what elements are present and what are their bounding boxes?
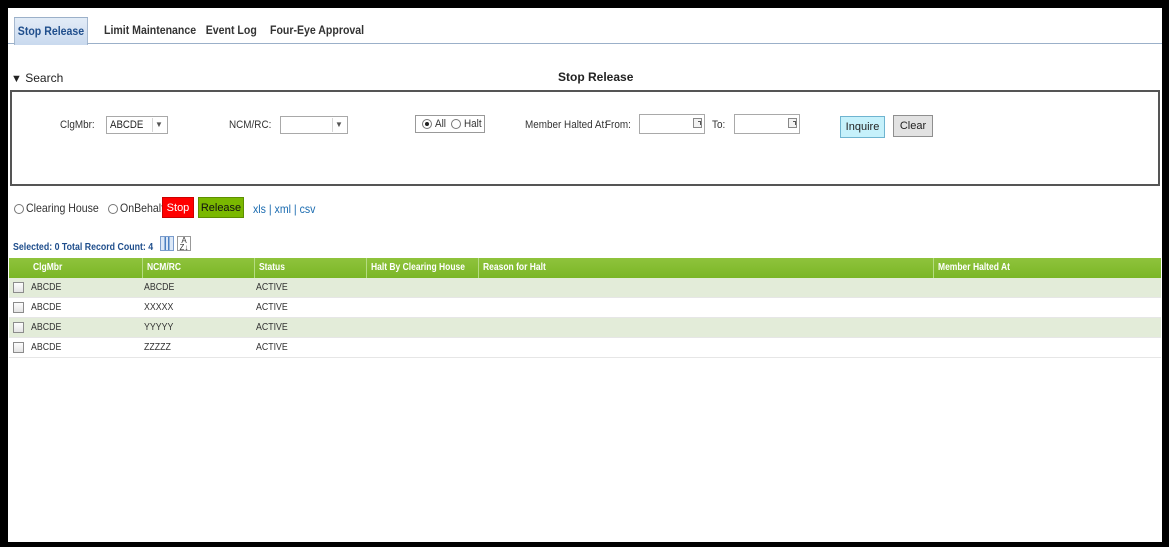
cell-clgmbr: ABCDE xyxy=(31,342,62,353)
column-chooser-icon[interactable] xyxy=(160,236,174,251)
chevron-down-icon: ▼ xyxy=(332,118,345,132)
export-links: xls | xml | csv xyxy=(253,202,315,216)
page-title: Stop Release xyxy=(558,70,634,84)
to-date-input[interactable] xyxy=(734,114,800,134)
column-header-member-halted-at[interactable]: Member Halted At xyxy=(933,258,1161,278)
row-checkbox[interactable] xyxy=(13,302,24,313)
radio-on-behalf[interactable] xyxy=(108,204,118,214)
cell-status: ACTIVE xyxy=(256,282,288,293)
tab-four-eye-approval[interactable]: Four-Eye Approval xyxy=(270,17,364,43)
column-header-reason-for-halt[interactable]: Reason for Halt xyxy=(478,258,933,278)
clg-mbr-select[interactable]: ABCDE ▼ xyxy=(106,116,168,134)
member-halted-label: Member Halted At: xyxy=(525,119,607,131)
cell-ncm-rc: XXXXX xyxy=(144,302,174,313)
column-header-ncm-rc[interactable]: NCM/RC xyxy=(142,258,254,278)
cell-status: ACTIVE xyxy=(256,302,288,313)
page: Stop Release Limit Maintenance Event Log… xyxy=(8,8,1162,542)
status-radio-group: All Halt xyxy=(415,115,485,133)
table-row[interactable]: ABCDE YYYYY ACTIVE xyxy=(9,318,1161,338)
calendar-icon[interactable] xyxy=(693,118,702,128)
cell-ncm-rc: YYYYY xyxy=(144,322,174,333)
from-date-input[interactable] xyxy=(639,114,705,134)
export-csv-link[interactable]: csv xyxy=(300,202,316,216)
ncm-rc-select[interactable]: ▼ xyxy=(280,116,348,134)
to-label: To: xyxy=(712,119,726,131)
cell-status: ACTIVE xyxy=(256,322,288,333)
calendar-icon[interactable] xyxy=(788,118,797,128)
stop-button[interactable]: Stop xyxy=(162,197,194,218)
tab-event-log[interactable]: Event Log xyxy=(204,17,259,43)
export-separator: | xyxy=(290,202,300,216)
column-header-status[interactable]: Status xyxy=(254,258,366,278)
clearing-house-label: Clearing House xyxy=(26,201,99,215)
tab-bar: Stop Release Limit Maintenance Event Log… xyxy=(8,17,1162,45)
cell-clgmbr: ABCDE xyxy=(31,302,62,313)
radio-all[interactable] xyxy=(422,119,432,129)
cell-ncm-rc: ABCDE xyxy=(144,282,175,293)
radio-halt[interactable] xyxy=(451,119,461,129)
tab-stop-release[interactable]: Stop Release xyxy=(14,17,88,45)
radio-clearing-house[interactable] xyxy=(14,204,24,214)
radio-all-label: All xyxy=(435,118,447,130)
export-xml-link[interactable]: xml xyxy=(275,202,291,216)
export-xls-link[interactable]: xls xyxy=(253,202,266,216)
cell-clgmbr: ABCDE xyxy=(31,322,62,333)
release-button[interactable]: Release xyxy=(198,197,244,218)
on-behalf-label: OnBehalf xyxy=(120,201,165,215)
tab-limit-maintenance[interactable]: Limit Maintenance xyxy=(104,17,196,43)
grid-header: ClgMbr NCM/RC Status Halt By Clearing Ho… xyxy=(9,258,1161,278)
search-toggle[interactable]: ▼ Search xyxy=(11,71,63,85)
cell-ncm-rc: ZZZZZ xyxy=(144,342,171,353)
clg-mbr-value: ABCDE xyxy=(110,119,144,131)
cell-status: ACTIVE xyxy=(256,342,288,353)
row-checkbox[interactable] xyxy=(13,342,24,353)
row-checkbox[interactable] xyxy=(13,322,24,333)
from-label: From: xyxy=(605,119,631,131)
sort-az-icon[interactable]: A Z↓ xyxy=(177,236,191,252)
clear-button[interactable]: Clear xyxy=(893,115,933,137)
cell-clgmbr: ABCDE xyxy=(31,282,62,293)
column-header-clgmbr[interactable]: ClgMbr xyxy=(29,258,142,278)
ncm-rc-label: NCM/RC: xyxy=(229,119,272,131)
table-row[interactable]: ABCDE ABCDE ACTIVE xyxy=(9,278,1161,298)
search-panel: ClgMbr: ABCDE ▼ NCM/RC: ▼ All Halt Membe… xyxy=(10,90,1160,186)
radio-halt-label: Halt xyxy=(464,118,482,130)
column-header-halt-by-clearing-house[interactable]: Halt By Clearing House xyxy=(366,258,478,278)
search-toggle-label: Search xyxy=(25,71,64,85)
inquire-button[interactable]: Inquire xyxy=(840,116,885,138)
triangle-down-icon: ▼ xyxy=(11,73,22,85)
table-row[interactable]: ABCDE ZZZZZ ACTIVE xyxy=(9,338,1161,358)
record-count: Selected: 0 Total Record Count: 4 xyxy=(13,242,154,253)
table-row[interactable]: ABCDE XXXXX ACTIVE xyxy=(9,298,1161,318)
clg-mbr-label: ClgMbr: xyxy=(60,119,95,131)
row-checkbox[interactable] xyxy=(13,282,24,293)
chevron-down-icon: ▼ xyxy=(152,118,165,132)
